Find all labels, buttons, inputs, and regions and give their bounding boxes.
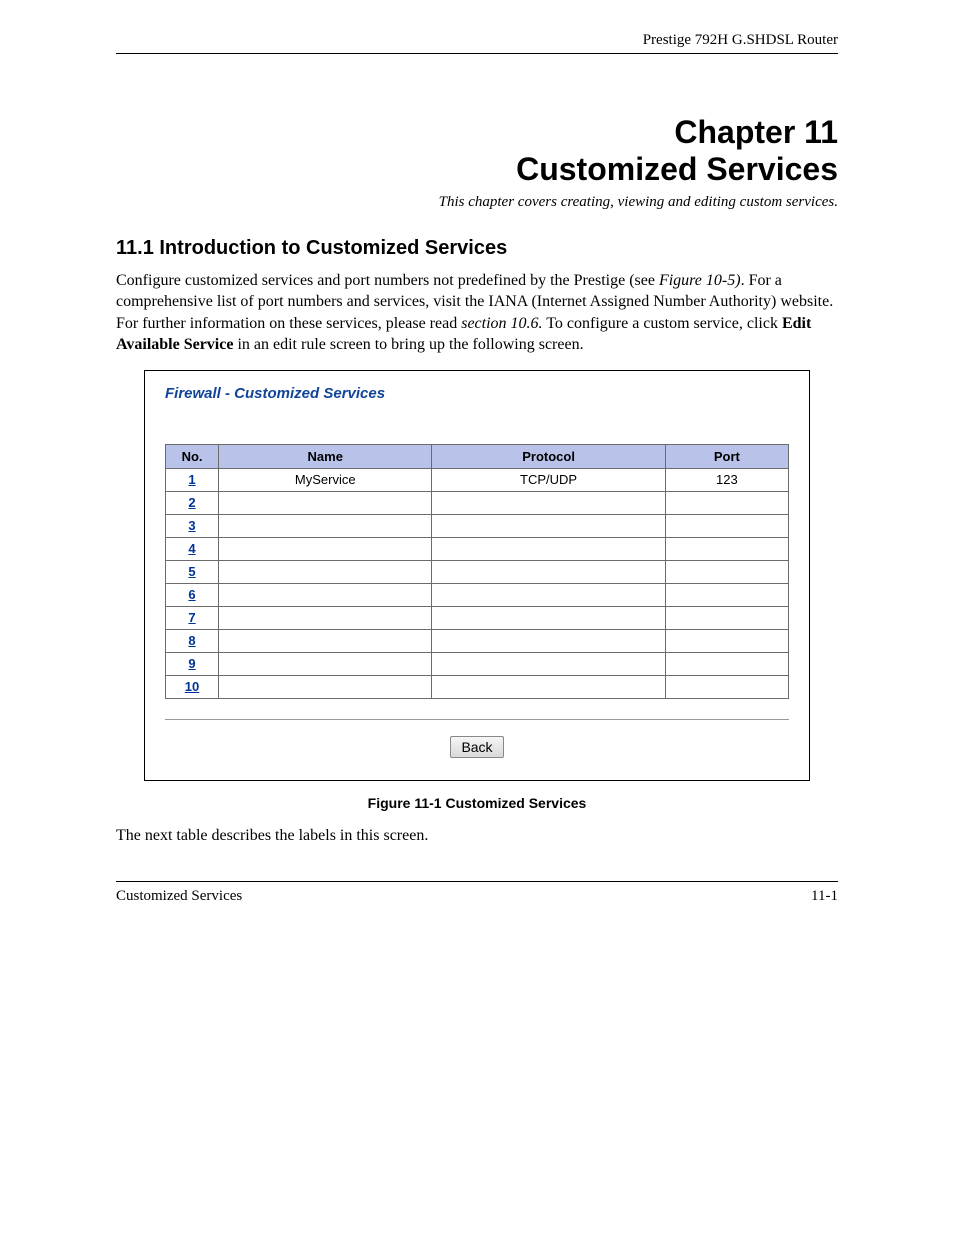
- table-row: 6: [166, 583, 789, 606]
- table-row: 7: [166, 606, 789, 629]
- back-button[interactable]: Back: [450, 736, 503, 758]
- figure-divider: [165, 719, 789, 720]
- cell-port: [665, 583, 788, 606]
- cell-port: 123: [665, 468, 788, 491]
- cell-name: [219, 583, 432, 606]
- cell-protocol: [432, 606, 665, 629]
- cell-name: [219, 537, 432, 560]
- after-figure-text: The next table describes the labels in t…: [116, 825, 838, 847]
- para-ref-1: Figure 10-5): [659, 272, 741, 289]
- page-footer: Customized Services 11-1: [116, 881, 838, 905]
- col-header-port: Port: [665, 444, 788, 468]
- cell-protocol: [432, 514, 665, 537]
- cell-name: [219, 606, 432, 629]
- col-header-no: No.: [166, 444, 219, 468]
- cell-name: [219, 675, 432, 698]
- page-header-title: Prestige 792H G.SHDSL Router: [116, 32, 838, 54]
- para-text-c: To configure a custom service, click: [543, 315, 782, 332]
- chapter-name: Customized Services: [116, 151, 838, 188]
- cell-port: [665, 491, 788, 514]
- table-row: 5: [166, 560, 789, 583]
- cell-protocol: [432, 675, 665, 698]
- row-link[interactable]: 5: [188, 564, 195, 579]
- figure-caption: Figure 11-1 Customized Services: [116, 795, 838, 811]
- section-heading: 11.1 Introduction to Customized Services: [116, 237, 838, 260]
- table-row: 1 MyServiceTCP/UDP123: [166, 468, 789, 491]
- col-header-protocol: Protocol: [432, 444, 665, 468]
- cell-protocol: [432, 629, 665, 652]
- cell-name: [219, 491, 432, 514]
- row-link[interactable]: 9: [188, 656, 195, 671]
- para-text-a: Configure customized services and port n…: [116, 272, 659, 289]
- cell-no: 2: [166, 491, 219, 514]
- cell-name: MyService: [219, 468, 432, 491]
- cell-name: [219, 514, 432, 537]
- cell-port: [665, 606, 788, 629]
- cell-port: [665, 629, 788, 652]
- cell-protocol: [432, 491, 665, 514]
- para-ref-2: section 10.6.: [461, 315, 542, 332]
- figure-frame: Firewall - Customized Services No. Name …: [144, 370, 810, 781]
- cell-no: 10: [166, 675, 219, 698]
- row-link[interactable]: 3: [188, 518, 195, 533]
- cell-no: 3: [166, 514, 219, 537]
- row-link[interactable]: 7: [188, 610, 195, 625]
- cell-protocol: TCP/UDP: [432, 468, 665, 491]
- cell-port: [665, 652, 788, 675]
- cell-no: 8: [166, 629, 219, 652]
- section-paragraph: Configure customized services and port n…: [116, 270, 838, 356]
- cell-port: [665, 537, 788, 560]
- footer-left: Customized Services: [116, 888, 242, 905]
- row-link[interactable]: 2: [188, 495, 195, 510]
- chapter-intro: This chapter covers creating, viewing an…: [116, 194, 838, 211]
- row-link[interactable]: 4: [188, 541, 195, 556]
- cell-protocol: [432, 560, 665, 583]
- cell-port: [665, 560, 788, 583]
- chapter-number: Chapter 11: [116, 114, 838, 151]
- para-text-d: in an edit rule screen to bring up the f…: [233, 336, 583, 353]
- cell-port: [665, 514, 788, 537]
- cell-no: 9: [166, 652, 219, 675]
- chapter-title: Chapter 11 Customized Services: [116, 114, 838, 188]
- table-row: 2: [166, 491, 789, 514]
- services-table: No. Name Protocol Port 1 MyServiceTCP/UDP…: [165, 444, 789, 699]
- cell-no: 5: [166, 560, 219, 583]
- table-row: 4: [166, 537, 789, 560]
- cell-name: [219, 629, 432, 652]
- cell-protocol: [432, 583, 665, 606]
- table-row: 10: [166, 675, 789, 698]
- col-header-name: Name: [219, 444, 432, 468]
- row-link[interactable]: 8: [188, 633, 195, 648]
- cell-name: [219, 652, 432, 675]
- row-link[interactable]: 6: [188, 587, 195, 602]
- table-row: 9: [166, 652, 789, 675]
- figure-title: Firewall - Customized Services: [165, 385, 789, 402]
- cell-protocol: [432, 652, 665, 675]
- footer-right: 11-1: [811, 888, 838, 905]
- cell-no: 6: [166, 583, 219, 606]
- row-link[interactable]: 10: [185, 679, 199, 694]
- cell-no: 4: [166, 537, 219, 560]
- cell-protocol: [432, 537, 665, 560]
- table-row: 8: [166, 629, 789, 652]
- cell-no: 1: [166, 468, 219, 491]
- cell-name: [219, 560, 432, 583]
- table-row: 3: [166, 514, 789, 537]
- cell-port: [665, 675, 788, 698]
- cell-no: 7: [166, 606, 219, 629]
- table-header-row: No. Name Protocol Port: [166, 444, 789, 468]
- row-link[interactable]: 1: [188, 472, 195, 487]
